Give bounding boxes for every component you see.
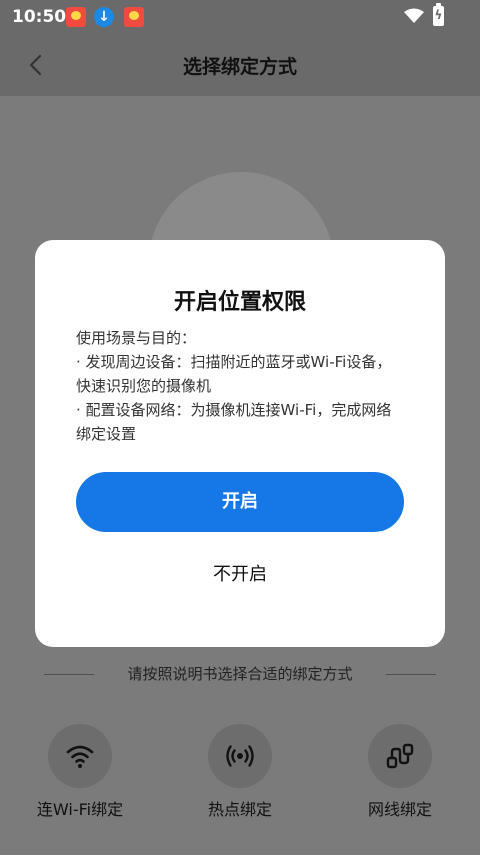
hotspot-icon xyxy=(226,745,254,767)
app-header: 选择绑定方式 xyxy=(0,34,480,96)
download-icon xyxy=(94,7,114,27)
bind-option-wifi[interactable]: 连Wi-Fi绑定 xyxy=(15,724,145,824)
bind-option-label: 连Wi-Fi绑定 xyxy=(36,800,124,819)
ethernet-icon xyxy=(386,743,414,769)
wifi-icon xyxy=(404,8,424,23)
dialog-body-line: 使用场景与目的： xyxy=(76,329,197,347)
bind-option-label: 网线绑定 xyxy=(367,800,432,819)
dialog-title: 开启位置权限 xyxy=(173,290,306,315)
location-permission-dialog: 开启位置权限 使用场景与目的： · 发现周边设备：扫描附近的蓝牙或Wi-Fi设备… xyxy=(35,240,445,647)
divider xyxy=(386,674,436,675)
dialog-body: 使用场景与目的： · 发现周边设备：扫描附近的蓝牙或Wi-Fi设备，快速识别您的… xyxy=(76,326,406,446)
battery-charging-icon xyxy=(433,3,444,26)
dialog-body-line: · 配置设备网络：为摄像机连接Wi-Fi，完成网络绑定设置 xyxy=(76,401,392,443)
app-badge-icon xyxy=(124,7,144,27)
enable-button[interactable]: 开启 xyxy=(76,472,404,532)
page-title: 选择绑定方式 xyxy=(182,56,297,78)
bind-option-label: 热点绑定 xyxy=(207,800,272,819)
decline-button[interactable]: 不开启 xyxy=(35,560,445,590)
wifi-icon xyxy=(66,745,94,768)
status-bar: 10:50 xyxy=(0,0,480,34)
status-time: 10:50 xyxy=(12,7,67,27)
bind-option-hotspot[interactable]: 热点绑定 xyxy=(175,724,305,824)
bind-option-ethernet[interactable]: 网线绑定 xyxy=(335,724,465,824)
dialog-body-line: · 发现周边设备：扫描附近的蓝牙或Wi-Fi设备，快速识别您的摄像机 xyxy=(76,353,392,395)
app-badge-icon xyxy=(66,7,86,27)
